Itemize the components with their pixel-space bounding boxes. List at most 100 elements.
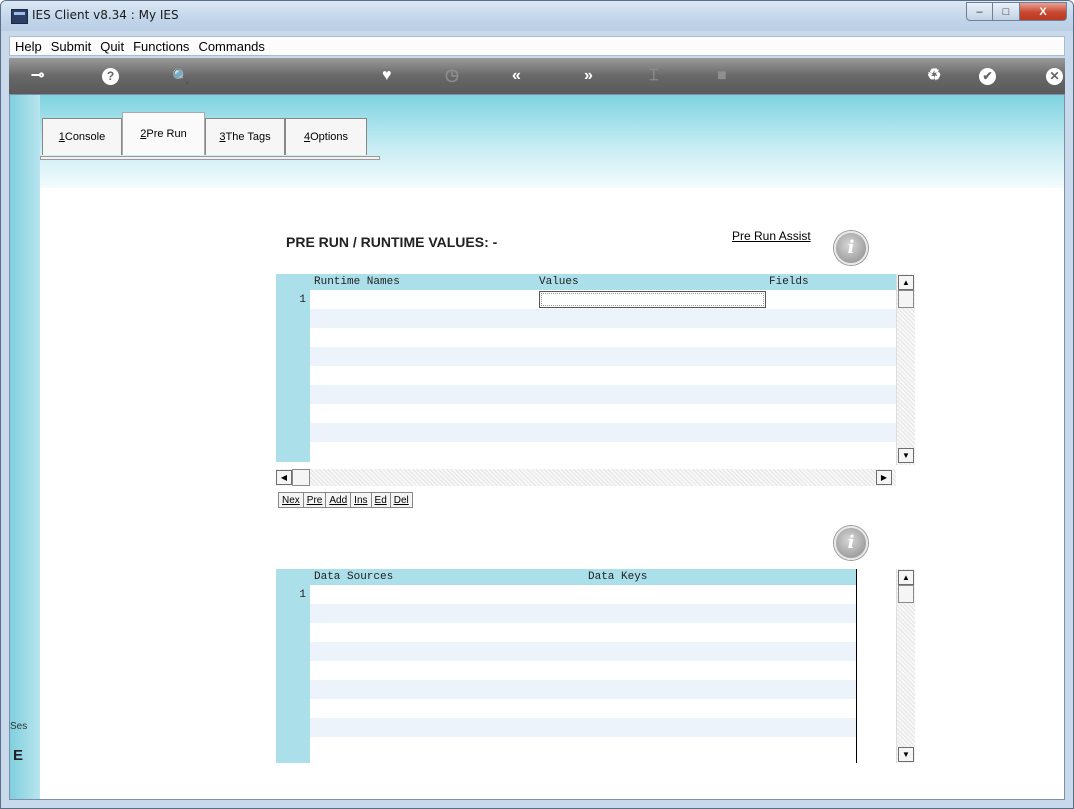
maximize-button[interactable]: □ xyxy=(993,2,1020,21)
tab-pre-run-label: Pre Run xyxy=(146,128,187,140)
recycle-icon[interactable]: ♻ xyxy=(927,67,941,85)
table-row[interactable] xyxy=(310,442,896,462)
runtime-values-grid: Runtime Names Values Fields 1 xyxy=(276,274,896,462)
check-icon[interactable]: ✔ xyxy=(979,68,996,85)
scroll-left-icon[interactable]: ◀ xyxy=(276,470,292,485)
app-window: IES Client v8.34 : My IES – □ X Help Sub… xyxy=(0,0,1074,809)
column-fields[interactable]: Fields xyxy=(769,276,809,288)
edit-label: d xyxy=(381,495,387,506)
table-row[interactable] xyxy=(310,404,896,423)
forward-icon[interactable]: » xyxy=(584,67,593,85)
prerun-horizontal-scrollbar[interactable]: ◀ ▶ xyxy=(276,469,896,486)
scroll-right-icon[interactable]: ▶ xyxy=(876,470,892,485)
info-icon[interactable]: i xyxy=(834,231,868,265)
rewind-icon[interactable]: « xyxy=(512,67,521,85)
minimize-button[interactable]: – xyxy=(966,2,993,21)
row-number: 1 xyxy=(299,294,306,306)
tab-options[interactable]: 4 Options xyxy=(285,118,367,155)
next-label: ex xyxy=(289,495,300,506)
table-row[interactable] xyxy=(310,423,896,442)
grid-header: Runtime Names Values Fields xyxy=(310,274,896,290)
add-button[interactable]: Add xyxy=(325,492,351,508)
column-data-sources[interactable]: Data Sources xyxy=(314,571,393,583)
table-row[interactable] xyxy=(310,309,896,328)
info-icon[interactable]: i xyxy=(834,526,868,560)
prerun-heading: PRE RUN / RUNTIME VALUES: - xyxy=(286,234,498,250)
close-button[interactable]: X xyxy=(1020,2,1067,21)
edit-button[interactable]: Ed xyxy=(370,492,390,508)
hscroll-thumb[interactable] xyxy=(292,469,310,486)
heart-icon[interactable]: ♥ xyxy=(382,67,392,85)
prerun-vertical-scrollbar[interactable]: ▲ ▼ xyxy=(896,274,915,465)
delete-label: el xyxy=(400,495,409,506)
column-values[interactable]: Values xyxy=(539,276,579,288)
search-icon[interactable]: 🔍 xyxy=(172,67,189,85)
scroll-down-icon[interactable]: ▼ xyxy=(898,747,914,762)
title-bar: IES Client v8.34 : My IES – □ X xyxy=(1,1,1073,31)
data-sources-vertical-scrollbar[interactable]: ▲ ▼ xyxy=(896,569,915,763)
column-data-keys[interactable]: Data Keys xyxy=(588,571,647,583)
add-label: dd xyxy=(336,495,348,506)
menu-functions[interactable]: Functions xyxy=(128,39,193,54)
table-row[interactable] xyxy=(310,385,896,404)
session-label: Ses xyxy=(10,721,28,732)
scroll-thumb[interactable] xyxy=(898,290,914,308)
table-row[interactable] xyxy=(310,680,856,699)
table-row[interactable] xyxy=(310,328,896,347)
cancel-icon[interactable]: ✕ xyxy=(1046,68,1063,85)
scroll-thumb[interactable] xyxy=(898,585,914,603)
main-content: 1 Console 2 Pre Run 3 The Tags 4 Options… xyxy=(9,94,1065,800)
grid-right-border xyxy=(856,569,857,763)
table-row[interactable] xyxy=(310,661,856,680)
previous-label: re xyxy=(313,495,323,506)
app-icon xyxy=(11,9,28,24)
tab-console-label: Console xyxy=(64,131,106,143)
window-title: IES Client v8.34 : My IES xyxy=(32,8,179,22)
clock-icon[interactable]: ◷ xyxy=(445,67,459,85)
tab-the-tags-label: The Tags xyxy=(225,131,271,143)
scroll-up-icon[interactable]: ▲ xyxy=(898,570,914,585)
scroll-up-icon[interactable]: ▲ xyxy=(898,275,914,290)
tab-console[interactable]: 1 Console xyxy=(42,118,122,155)
delete-button[interactable]: Del xyxy=(389,492,413,508)
help-icon[interactable]: ? xyxy=(102,68,119,85)
tab-the-tags[interactable]: 3 The Tags xyxy=(205,118,285,155)
column-runtime-names[interactable]: Runtime Names xyxy=(314,276,400,288)
menu-bar: Help Submit Quit Functions Commands xyxy=(9,36,1065,56)
tab-underline xyxy=(40,156,380,160)
scroll-down-icon[interactable]: ▼ xyxy=(898,448,914,463)
grid-button-bar: Nex Pre Add Ins Ed Del xyxy=(278,492,413,508)
delete-key: D xyxy=(393,495,401,506)
key-icon[interactable]: ⊸ xyxy=(31,67,44,85)
table-row[interactable] xyxy=(310,347,896,366)
data-sources-grid: Data Sources Data Keys 1 xyxy=(276,569,856,763)
table-row[interactable] xyxy=(310,718,856,737)
menu-help[interactable]: Help xyxy=(10,39,46,54)
tab-pre-run[interactable]: 2 Pre Run xyxy=(122,112,205,155)
table-row[interactable] xyxy=(310,585,856,604)
table-row[interactable] xyxy=(310,366,896,385)
menu-quit[interactable]: Quit xyxy=(95,39,128,54)
tree-icon[interactable]: ⌶ xyxy=(649,67,659,85)
grid-header: Data Sources Data Keys xyxy=(310,569,856,585)
value-edit-cell[interactable] xyxy=(539,291,766,308)
session-icon[interactable]: E xyxy=(13,747,23,764)
table-row[interactable] xyxy=(310,623,856,642)
pre-run-assist-link[interactable]: Pre Run Assist xyxy=(732,229,811,243)
table-row[interactable] xyxy=(310,642,856,661)
table-row[interactable] xyxy=(310,737,856,756)
row-number: 1 xyxy=(299,589,306,601)
menu-submit[interactable]: Submit xyxy=(46,39,95,54)
tab-options-label: Options xyxy=(310,131,349,143)
previous-button[interactable]: Pre xyxy=(302,492,326,508)
stop-icon[interactable]: ■ xyxy=(717,67,727,85)
table-row[interactable] xyxy=(310,604,856,623)
window-controls: – □ X xyxy=(966,2,1067,22)
next-button[interactable]: Nex xyxy=(278,492,303,508)
toolbar: ⊸ ? 🔍 ♥ ◷ « » ⌶ ■ ♻ ✔ ✕ xyxy=(9,58,1065,94)
insert-button[interactable]: Ins xyxy=(350,492,371,508)
tab-strip: 1 Console 2 Pre Run 3 The Tags 4 Options xyxy=(42,112,367,155)
table-row[interactable] xyxy=(310,699,856,718)
left-panel xyxy=(10,95,40,799)
menu-commands[interactable]: Commands xyxy=(193,39,268,54)
